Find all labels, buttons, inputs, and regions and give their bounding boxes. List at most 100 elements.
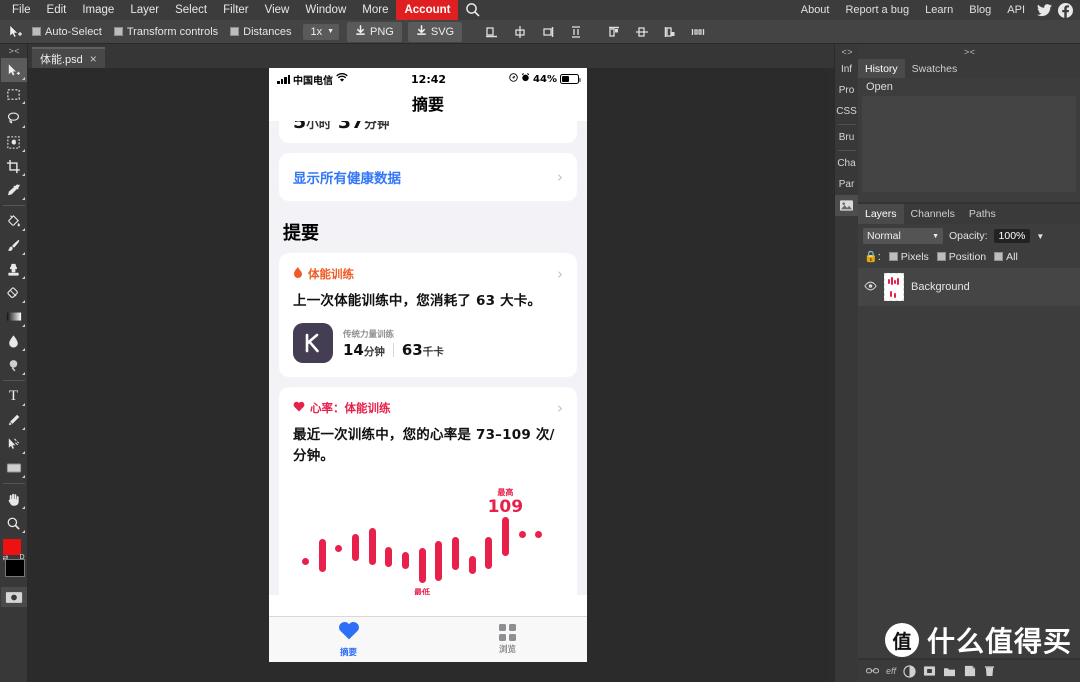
lock-pixels-box[interactable] (889, 252, 898, 261)
hand-tool[interactable] (1, 487, 27, 511)
distribute-vertical-icon[interactable] (566, 22, 586, 42)
export-png-button[interactable]: PNG (347, 22, 402, 42)
zoom-level-select[interactable]: 1x ▼ (303, 24, 339, 40)
chevron-down-icon[interactable]: ▼ (1036, 232, 1044, 241)
rail-item-paragraph[interactable]: Par (835, 174, 859, 195)
rail-item-properties[interactable]: Pro (835, 80, 859, 101)
align-center-horizontal-icon[interactable] (632, 22, 652, 42)
document-tab[interactable]: 体能.psd × (32, 47, 105, 68)
move-tool[interactable] (1, 58, 27, 82)
facebook-icon[interactable] (1057, 2, 1074, 19)
menu-about[interactable]: About (794, 0, 837, 20)
duration-card[interactable]: 5小时 37分钟 (279, 121, 577, 143)
transform-controls-box[interactable] (114, 27, 123, 36)
menu-blog[interactable]: Blog (962, 0, 998, 20)
tab-summary[interactable]: 摘要 (269, 621, 428, 658)
menu-edit[interactable]: Edit (39, 0, 75, 20)
eraser-tool[interactable] (1, 281, 27, 305)
dodge-tool[interactable] (1, 353, 27, 377)
menu-more[interactable]: More (354, 0, 396, 20)
rail-collapse-button[interactable]: < > (841, 44, 851, 59)
workout-detail-row[interactable]: 传统力量训练 14分钟 63千卡 (279, 311, 577, 377)
table-row[interactable]: Background (858, 268, 1080, 306)
canvas-area[interactable]: 中国电信 12:42 44% 摘要 (28, 68, 828, 682)
menu-account[interactable]: Account (396, 0, 458, 20)
heart-rate-card[interactable]: 心率：体能训练 › 最近一次训练中，您的心率是 73–109 次/分钟。 最高 … (279, 387, 577, 595)
tab-history[interactable]: History (858, 59, 905, 78)
menu-report-a-bug[interactable]: Report a bug (838, 0, 916, 20)
distribute-horizontal-icon[interactable] (688, 22, 708, 42)
menu-window[interactable]: Window (297, 0, 354, 20)
history-panel-body[interactable]: Open (858, 78, 1080, 202)
swap-colors-icon[interactable]: ⇄ (3, 554, 9, 562)
export-svg-button[interactable]: SVG (408, 22, 462, 42)
folder-icon[interactable] (943, 665, 956, 678)
blend-mode-select[interactable]: Normal ▼ (863, 228, 943, 244)
new-layer-icon[interactable] (963, 665, 976, 678)
opacity-value[interactable]: 100% (994, 229, 1031, 243)
chevron-right-icon[interactable]: › (557, 265, 563, 283)
adjustment-icon[interactable] (903, 665, 916, 678)
align-right-icon[interactable] (538, 22, 558, 42)
layers-list[interactable]: Background (858, 268, 1080, 658)
tab-layers[interactable]: Layers (858, 204, 904, 224)
delete-layer-icon[interactable] (983, 665, 996, 678)
toolbar-collapse-button[interactable]: > < (0, 44, 28, 58)
lasso-tool[interactable] (1, 106, 27, 130)
brush-tool[interactable] (1, 233, 27, 257)
workout-summary-card[interactable]: 体能训练 › 上一次体能训练中，您消耗了 63 大卡。 传统力量训练 14分钟 (279, 253, 577, 377)
menu-image[interactable]: Image (74, 0, 122, 20)
quick-mask-icon[interactable] (1, 587, 27, 607)
fx-icon[interactable]: eff (886, 665, 896, 678)
search-icon[interactable] (464, 1, 482, 19)
twitter-icon[interactable] (1036, 2, 1053, 19)
tab-browse[interactable]: 浏览 (428, 624, 587, 655)
eyedropper-tool[interactable] (1, 178, 27, 202)
align-left-icon[interactable] (660, 22, 680, 42)
menu-layer[interactable]: Layer (122, 0, 167, 20)
auto-select-checkbox[interactable]: Auto-Select (32, 26, 102, 38)
align-top-icon[interactable] (604, 22, 624, 42)
color-swatches[interactable]: ⇄ D (1, 539, 27, 583)
foreground-color-swatch[interactable] (3, 539, 21, 555)
link-icon[interactable] (866, 665, 879, 678)
show-all-health-data-card[interactable]: 显示所有健康数据 › (279, 153, 577, 201)
eye-icon[interactable] (864, 278, 877, 296)
default-colors-icon[interactable]: D (19, 554, 24, 562)
menu-api[interactable]: API (1000, 0, 1032, 20)
distances-checkbox[interactable]: Distances (230, 26, 291, 38)
menu-view[interactable]: View (257, 0, 298, 20)
gradient-tool[interactable] (1, 305, 27, 329)
lock-all-checkbox[interactable]: All (994, 251, 1018, 263)
align-center-vertical-icon[interactable] (510, 22, 530, 42)
auto-select-box[interactable] (32, 27, 41, 36)
lock-position-box[interactable] (937, 252, 946, 261)
zoom-tool[interactable] (1, 511, 27, 535)
image-panel-icon[interactable] (835, 195, 859, 216)
rail-item-character[interactable]: Cha (835, 153, 859, 174)
menu-learn[interactable]: Learn (918, 0, 960, 20)
lock-all-box[interactable] (994, 252, 1003, 261)
close-icon[interactable]: × (90, 53, 97, 65)
tab-paths[interactable]: Paths (962, 204, 1003, 224)
paint-bucket-tool[interactable] (1, 209, 27, 233)
distances-box[interactable] (230, 27, 239, 36)
menu-select[interactable]: Select (167, 0, 215, 20)
shape-tool[interactable] (1, 456, 27, 480)
lock-pixels-checkbox[interactable]: Pixels (889, 251, 929, 263)
show-all-health-data-row[interactable]: 显示所有健康数据 › (279, 153, 577, 201)
tab-channels[interactable]: Channels (904, 204, 962, 224)
history-item-open[interactable]: Open (858, 78, 1080, 96)
magic-wand-tool[interactable] (1, 130, 27, 154)
rail-item-info[interactable]: Inf (835, 59, 859, 80)
chevron-right-icon[interactable]: › (557, 399, 563, 417)
phone-scroll-content[interactable]: 5小时 37分钟 显示所有健康数据 › 提要 (269, 121, 587, 595)
align-bottom-icon[interactable] (482, 22, 502, 42)
tab-swatches[interactable]: Swatches (905, 59, 965, 78)
crop-tool[interactable] (1, 154, 27, 178)
pen-tool[interactable] (1, 408, 27, 432)
blur-tool[interactable] (1, 329, 27, 353)
transform-controls-checkbox[interactable]: Transform controls (114, 26, 218, 38)
menu-filter[interactable]: Filter (215, 0, 257, 20)
type-tool[interactable]: T (1, 384, 27, 408)
